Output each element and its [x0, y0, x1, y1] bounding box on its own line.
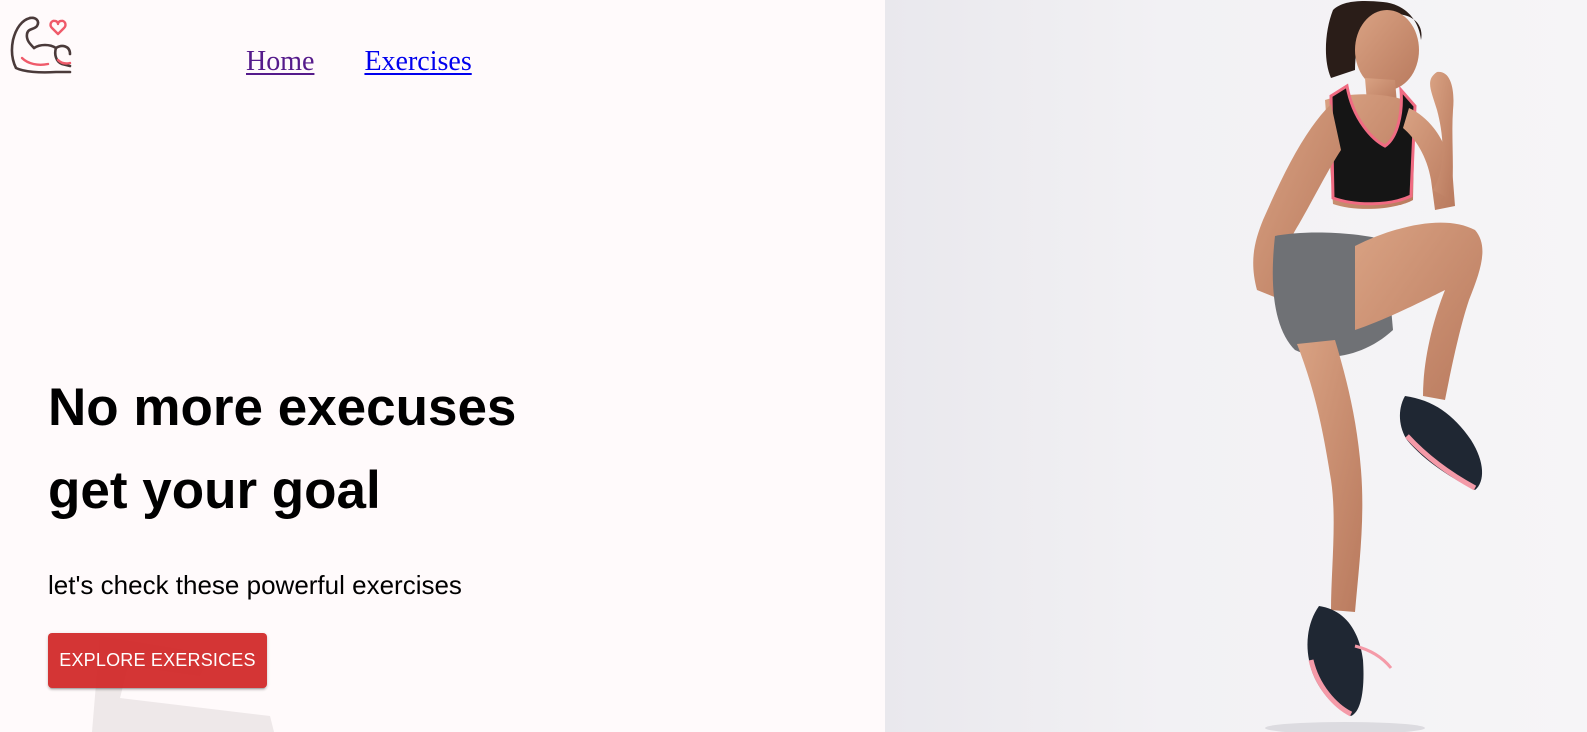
main-nav: Home Exercises: [246, 44, 472, 80]
explore-exercises-button[interactable]: EXPLORE EXERSICES: [48, 633, 267, 688]
hero-photo: [885, 0, 1587, 732]
jumping-athlete-photo: [1253, 0, 1483, 732]
nav-link-exercises[interactable]: Exercises: [364, 44, 471, 80]
hero-subtitle: let's check these powerful exercises: [48, 570, 462, 600]
hero-title-line-2: get your goal: [48, 461, 381, 520]
nav-link-home[interactable]: Home: [246, 44, 314, 80]
flexed-arm-heart-icon: [10, 16, 72, 74]
hero-title: No more execuses get your goal: [48, 366, 516, 532]
logo[interactable]: [10, 14, 72, 76]
hero-title-line-1: No more execuses: [48, 378, 517, 437]
